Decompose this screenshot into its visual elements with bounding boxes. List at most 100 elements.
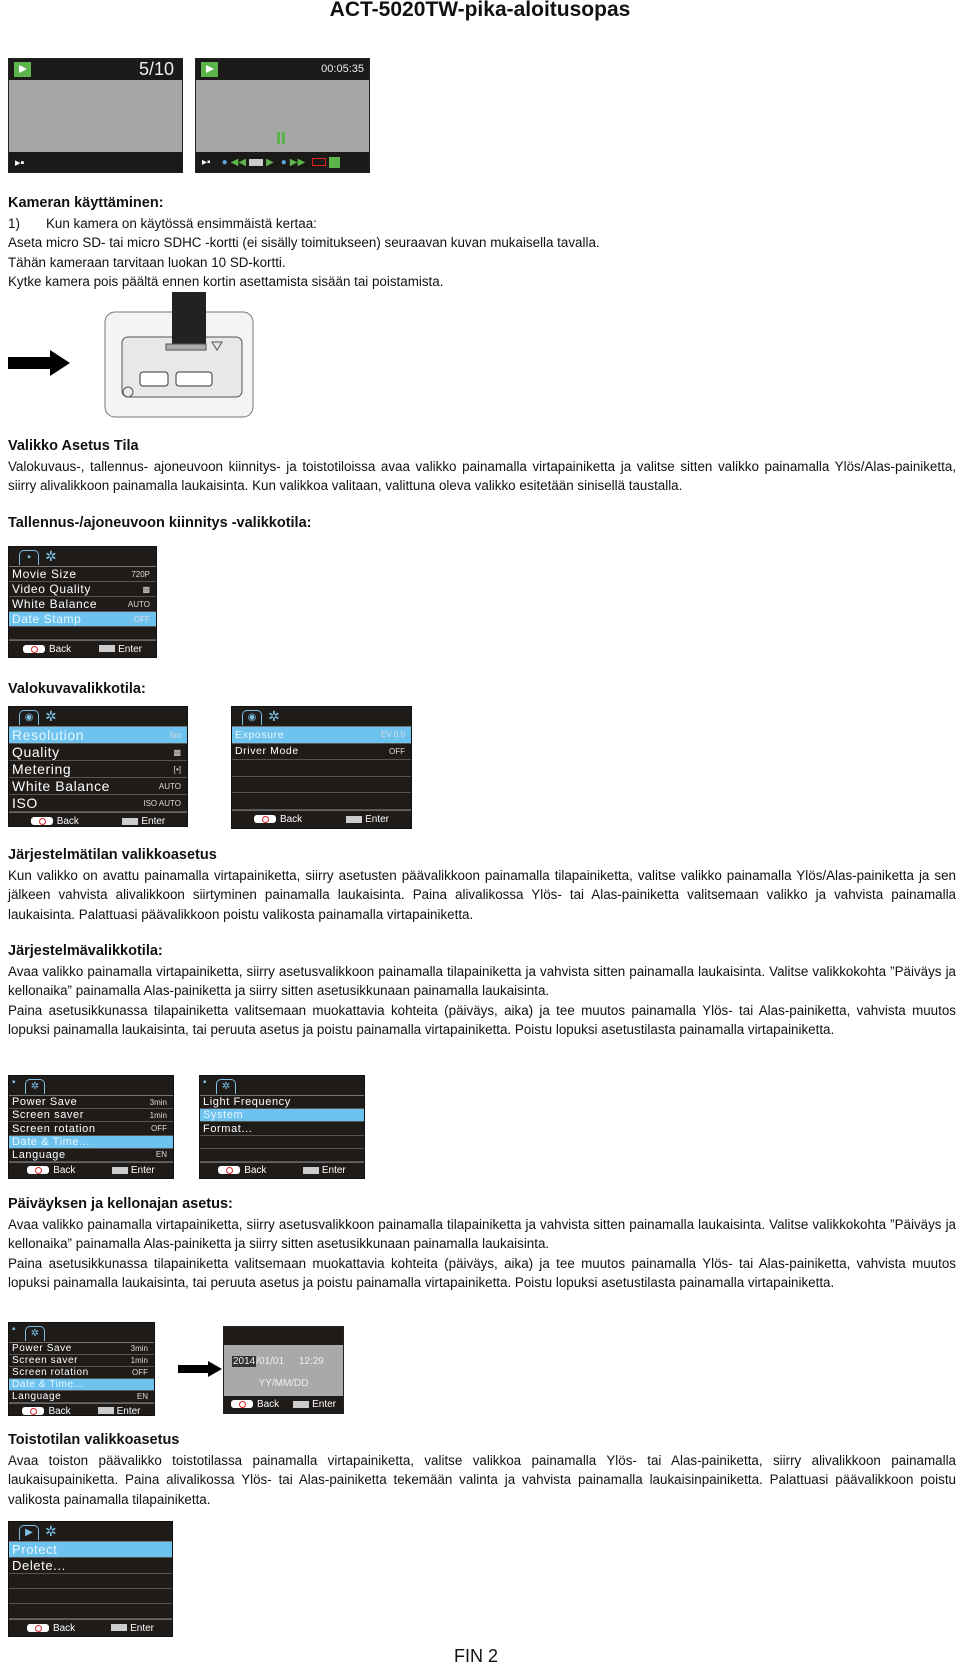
menu-item[interactable] — [9, 1604, 172, 1619]
ok-icon — [302, 1166, 319, 1174]
menu-footer: Back Enter — [9, 640, 156, 657]
ok-icon — [97, 1407, 114, 1415]
month-day-field[interactable]: /01/01 — [256, 1356, 284, 1367]
back-button[interactable]: Back — [30, 816, 79, 827]
menu-item[interactable]: Quality ▩ — [9, 744, 187, 761]
menu-item-value: 3min — [149, 1097, 167, 1107]
back-button[interactable]: Back — [27, 1165, 75, 1176]
section-heading: Toistotilan valikkoasetus — [8, 1432, 180, 1448]
video-camera-icon: ▸▪ — [15, 157, 25, 169]
menu-item-value: 3min — [130, 1344, 148, 1353]
menu-item[interactable]: White Balance AUTO — [9, 597, 156, 612]
menu-item-label: Driver Mode — [235, 745, 299, 758]
play-icon: ▶ — [266, 156, 274, 168]
video-camera-icon[interactable]: ▪ — [12, 1077, 16, 1088]
menu-item[interactable]: White Balance AUTO — [9, 778, 187, 795]
video-camera-icon[interactable]: ▪ — [12, 1324, 16, 1335]
playback-video-screen: 00:05:35 ▸▪ ● ◀◀ ▶ ● ▶▶ — [195, 58, 370, 173]
menu-item[interactable]: Light Frequency — [200, 1096, 364, 1110]
menu-item-label: Language — [12, 1148, 66, 1161]
power-icon — [312, 158, 327, 166]
power-icon — [218, 1166, 241, 1175]
down-icon: ● — [280, 156, 287, 168]
back-button[interactable]: Back — [253, 814, 302, 825]
play-icon[interactable]: ▶ — [19, 1525, 39, 1540]
menu-item[interactable]: Video Quality ▩ — [9, 582, 156, 597]
menu-item[interactable] — [9, 627, 156, 640]
menu-item[interactable]: Delete... — [9, 1558, 172, 1574]
up-icon: ● — [221, 156, 228, 168]
menu-item-value: EV 0.0 — [380, 730, 405, 740]
menu-item[interactable] — [232, 760, 411, 777]
back-button[interactable]: Back — [22, 1406, 71, 1417]
menu-item[interactable]: Format... — [200, 1122, 364, 1136]
menu-item[interactable]: Movie Size 720P — [9, 567, 156, 582]
menu-item[interactable]: Date & Time... — [9, 1379, 154, 1391]
menu-item-label: Resolution — [12, 727, 85, 743]
menu-item[interactable]: Date & Time... — [9, 1135, 173, 1149]
back-button[interactable]: Back — [218, 1165, 266, 1176]
menu-item[interactable]: Resolution 5m — [9, 727, 187, 744]
menu-item[interactable] — [200, 1149, 364, 1163]
gear-icon[interactable]: ✲ — [45, 1523, 57, 1540]
menu-item[interactable]: Date Stamp OFF — [9, 612, 156, 627]
menu-item[interactable]: Language EN — [9, 1148, 173, 1163]
menu-item[interactable] — [232, 777, 411, 794]
menu-item[interactable]: Language EN — [9, 1391, 154, 1403]
menu-item[interactable] — [9, 1589, 172, 1604]
menu-item[interactable] — [232, 793, 411, 810]
menu-item[interactable]: Screen rotation OFF — [9, 1367, 154, 1379]
power-icon — [22, 1406, 45, 1415]
section-text: Avaa valikko painamalla virtapainiketta,… — [8, 1215, 956, 1292]
photo-camera-icon[interactable]: ◉ — [19, 710, 39, 725]
menu-item[interactable]: ISO ISO AUTO — [9, 795, 187, 812]
gear-icon[interactable]: ✲ — [45, 708, 57, 725]
menu-item[interactable]: Metering [•] — [9, 761, 187, 778]
menu-item[interactable]: Driver Mode OFF — [232, 744, 411, 761]
gear-icon[interactable]: ✲ — [25, 1326, 45, 1341]
menu-item[interactable]: Protect — [9, 1542, 172, 1558]
menu-item-label: Quality — [12, 744, 60, 760]
power-icon — [230, 1400, 253, 1409]
menu-item[interactable]: Exposure EV 0.0 — [232, 727, 411, 744]
paragraph: Paina asetusikkunassa tilapainiketta val… — [8, 1002, 956, 1037]
back-button[interactable]: Back — [230, 1399, 279, 1410]
record-menu-screen: ▪ ✲ Movie Size 720P Video Quality ▩ White Bala… — [8, 546, 157, 658]
enter-button[interactable]: Enter — [122, 816, 165, 827]
photo-camera-icon[interactable]: ◉ — [242, 710, 262, 725]
back-label: Back — [244, 1165, 267, 1176]
date-format: YY/MM/DD — [258, 1378, 309, 1389]
back-button[interactable]: Back — [22, 644, 71, 655]
enter-button[interactable]: Enter — [346, 814, 389, 825]
text-line: Aseta micro SD- tai micro SDHC -kortti (… — [8, 235, 600, 251]
gear-icon[interactable]: ✲ — [268, 708, 280, 725]
enter-button[interactable]: Enter — [293, 1399, 336, 1410]
menu-item[interactable]: Screen saver 1min — [9, 1109, 173, 1123]
video-camera-icon[interactable]: ▪ — [19, 550, 39, 565]
gear-icon[interactable]: ✲ — [45, 548, 57, 565]
video-camera-icon[interactable]: ▪ — [203, 1077, 207, 1088]
menu-item-label: Exposure — [235, 728, 285, 741]
menu-item[interactable]: Screen saver 1min — [9, 1355, 154, 1367]
time-field[interactable]: 12:29 — [299, 1356, 324, 1367]
gear-icon[interactable]: ✲ — [216, 1079, 236, 1094]
menu-item[interactable]: System — [200, 1109, 364, 1123]
menu-item-value: AUTO — [158, 781, 181, 791]
year-field[interactable]: 2014 — [232, 1356, 257, 1367]
enter-button[interactable]: Enter — [97, 1406, 141, 1417]
ok-icon — [122, 817, 139, 825]
section-heading: Valokuvavalikkotila: — [8, 681, 146, 697]
enter-label: Enter — [118, 643, 143, 655]
menu-item[interactable]: Power Save 3min — [9, 1096, 173, 1110]
back-button[interactable]: Back — [26, 1623, 75, 1634]
enter-button[interactable]: Enter — [111, 1623, 154, 1634]
enter-button[interactable]: Enter — [111, 1165, 155, 1176]
enter-button[interactable]: Enter — [99, 644, 142, 655]
menu-item[interactable]: Power Save 3min — [9, 1343, 154, 1355]
menu-item-label: Date & Time... — [12, 1135, 91, 1148]
menu-item[interactable]: Screen rotation OFF — [9, 1122, 173, 1136]
menu-item[interactable] — [200, 1136, 364, 1149]
gear-icon[interactable]: ✲ — [25, 1079, 45, 1094]
enter-button[interactable]: Enter — [302, 1165, 346, 1176]
menu-item[interactable] — [9, 1574, 172, 1589]
